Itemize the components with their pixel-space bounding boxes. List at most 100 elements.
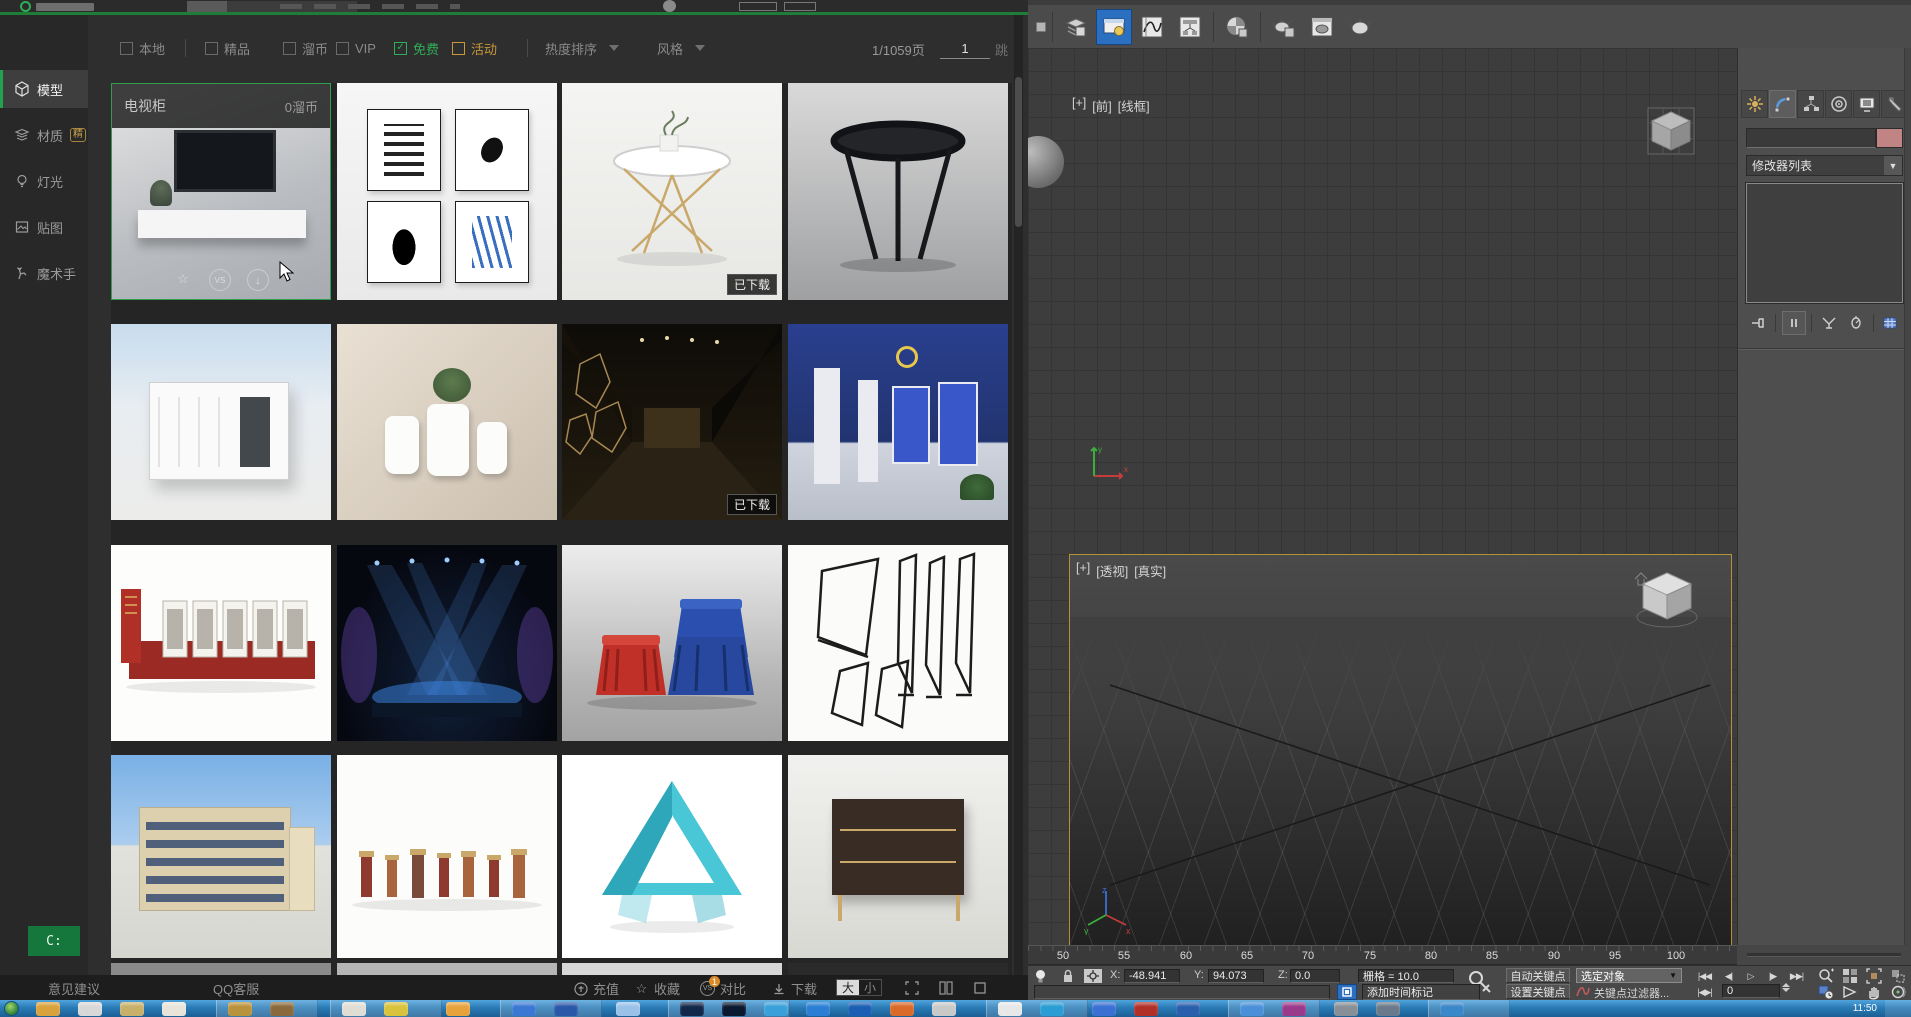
taskbar-app-icon[interactable] [1092,1002,1116,1016]
fullscreen-icon[interactable] [904,980,920,999]
checkbox-icon[interactable] [120,42,133,55]
sidebar-item-lights[interactable]: 灯光 [0,162,88,200]
tab-motion-icon[interactable] [1825,90,1852,118]
tab-hierarchy-icon[interactable] [1797,90,1824,118]
previous-frame-button[interactable]: ◀| [1718,968,1739,984]
object-name-field[interactable] [1746,128,1876,148]
sphere-object[interactable] [1028,136,1064,188]
sort-by-heat-dropdown[interactable]: 热度排序 [545,36,619,60]
favorites-button[interactable]: ☆ 收藏 [634,979,680,998]
topbar-button-1[interactable] [739,2,777,11]
time-configuration-icon[interactable] [1818,984,1834,1000]
taskbar-app-icon[interactable] [890,1002,914,1016]
zoom-all-icon[interactable] [1842,968,1858,984]
model-tile-wire-screens[interactable] [788,545,1008,741]
key-filters-button[interactable]: 关键点过滤器... [1594,985,1669,1001]
filter-activity[interactable]: 活动 [452,36,497,60]
checkbox-icon[interactable] [283,42,296,55]
viewport-menu-plus[interactable]: [+] [1072,96,1086,115]
viewport-shading-mode[interactable]: [线框] [1118,96,1150,115]
taskbar-app-icon[interactable] [1134,1002,1158,1016]
taskbar-app-icon[interactable] [36,1002,60,1016]
mini-bulb-icon[interactable] [1034,969,1047,984]
compare-vs-icon[interactable]: VS [209,269,231,291]
taskbar-app-icon[interactable] [764,1002,788,1016]
taskbar-app-icon[interactable] [120,1002,144,1016]
tab-display-icon[interactable] [1853,90,1880,118]
taskbar-app-icon[interactable] [446,1002,470,1016]
size-large-option[interactable]: 大 [837,980,859,995]
taskbar-app-icon[interactable] [1240,1002,1264,1016]
feedback-link[interactable]: 意见建议 [48,979,100,998]
y-coord-field[interactable]: 94.073 [1208,969,1264,983]
zoom-icon[interactable] [1818,968,1834,984]
tab-modify-icon[interactable] [1769,90,1796,118]
model-tile-corridor[interactable]: 已下载 [562,324,782,520]
auto-key-button[interactable]: 自动关键点 [1506,968,1570,983]
filter-free[interactable]: ✓ 免费 [394,36,439,60]
model-tile-sideboard[interactable] [788,755,1008,958]
rendered-frame-window-icon[interactable] [1304,9,1340,45]
viewcube-perspective[interactable] [1629,565,1703,640]
render-setup-icon[interactable] [1266,9,1302,45]
page-number-input[interactable] [940,38,990,59]
taskbar-app-icon[interactable] [1376,1002,1400,1016]
style-dropdown[interactable]: 风格 [657,36,705,60]
taskbar-app-icon[interactable] [228,1002,252,1016]
configure-modifier-sets-icon[interactable] [1879,312,1901,334]
compare-button[interactable]: VS1 对比 [700,979,746,998]
taskbar-app-icon[interactable] [1040,1002,1064,1016]
curve-editor-icon[interactable] [1134,9,1170,45]
checkbox-icon[interactable] [205,42,218,55]
absolute-mode-toggle-icon[interactable] [1084,969,1102,983]
next-frame-button[interactable]: |▶ [1762,968,1783,984]
model-tile-round-side-table[interactable]: 已下载 [562,83,782,300]
model-tile-tv-cabinet[interactable]: 电视柜 0溜币 ☆ VS ↓ [111,83,331,300]
column-view-icon[interactable] [938,980,954,999]
favorite-star-icon[interactable]: ☆ [173,269,193,289]
viewport-menu-plus[interactable]: [+] [1076,561,1090,580]
model-tile-exhibition-hall[interactable] [788,324,1008,520]
search-category-selector[interactable] [187,1,227,12]
taskbar-app-icon[interactable] [1334,1002,1358,1016]
scene-explorer-icon[interactable] [1096,9,1132,45]
taskbar-app-icon[interactable] [1440,1002,1464,1016]
taskbar-app-icon[interactable] [554,1002,578,1016]
checkbox-checked-icon[interactable]: ✓ [394,42,407,55]
start-button[interactable] [4,1001,19,1016]
model-tile-tray-table[interactable] [788,83,1008,300]
isolate-selection-toggle-icon[interactable] [1337,984,1357,1000]
taskbar-app-icon[interactable] [384,1002,408,1016]
taskbar-app-icon[interactable] [1176,1002,1200,1016]
play-button[interactable]: ▷ [1740,968,1761,984]
filter-local[interactable]: 本地 [120,36,165,60]
model-tile-framed-art[interactable] [337,83,557,300]
layer-manager-icon[interactable] [1058,9,1094,45]
size-small-option[interactable]: 小 [859,980,881,995]
z-coord-field[interactable]: 0.0 [1290,969,1340,983]
viewport-shading-mode[interactable]: [真实] [1134,561,1166,580]
taskbar-app-icon[interactable] [78,1002,102,1016]
filter-vip[interactable]: VIP [336,36,376,60]
scrollbar-thumb[interactable] [1015,77,1022,227]
sidebar-item-materials[interactable]: 材质 精 [0,116,88,154]
taskbar-clock[interactable]: 11:50 [1853,1003,1877,1014]
taskbar-app-icon[interactable] [162,1002,186,1016]
topbar-button-2[interactable] [784,2,816,11]
lock-stack-icon[interactable] [1782,311,1806,335]
taskbar-app-icon[interactable] [1282,1002,1306,1016]
model-tile-stage[interactable] [337,545,557,741]
grid-view-icon[interactable] [972,980,988,999]
current-frame-field[interactable]: 0 [1722,984,1780,998]
model-tile-plastic-stools[interactable] [562,545,782,741]
qq-service-link[interactable]: QQ客服 [213,979,259,998]
user-avatar[interactable] [663,0,676,12]
object-color-swatch[interactable] [1876,128,1903,148]
dropdown-arrow-icon[interactable]: ▼ [1884,156,1902,175]
download-manager-button[interactable]: 下载 [771,979,817,998]
viewcube-front[interactable] [1640,100,1702,167]
selection-lock-icon[interactable] [1062,969,1074,983]
taskbar-app-icon[interactable] [342,1002,366,1016]
modifier-stack-list[interactable] [1746,183,1903,303]
tab-create-icon[interactable] [1741,90,1768,118]
